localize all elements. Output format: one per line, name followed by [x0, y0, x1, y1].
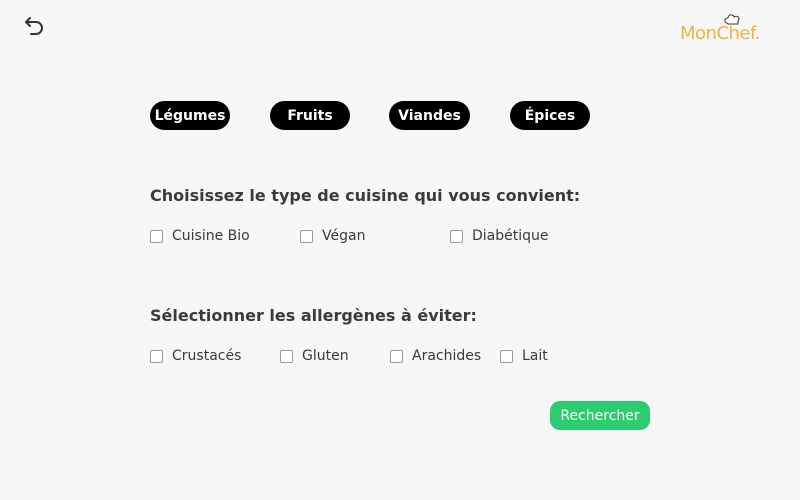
- cuisine-option-diabetique[interactable]: Diabétique: [450, 227, 549, 245]
- option-label: Diabétique: [472, 228, 549, 244]
- checkbox[interactable]: [150, 349, 163, 363]
- cuisine-option-bio[interactable]: Cuisine Bio: [150, 227, 250, 245]
- cuisine-option-vegan[interactable]: Végan: [300, 227, 365, 245]
- logo-text: MonChef.: [680, 23, 760, 44]
- allergens-section-title: Sélectionner les allergènes à éviter:: [150, 306, 477, 325]
- option-label: Lait: [522, 348, 548, 364]
- allergen-option-gluten[interactable]: Gluten: [280, 347, 349, 365]
- allergen-option-lait[interactable]: Lait: [500, 347, 548, 365]
- undo-arrow-icon: [25, 17, 43, 35]
- allergen-option-crustaces[interactable]: Crustacés: [150, 347, 241, 365]
- monchef-logo: MonChef.: [680, 14, 776, 48]
- category-chip-legumes[interactable]: Légumes: [150, 101, 230, 130]
- search-button[interactable]: Rechercher: [550, 401, 650, 430]
- category-chip-viandes[interactable]: Viandes: [389, 101, 470, 130]
- checkbox[interactable]: [150, 229, 163, 243]
- category-chip-fruits[interactable]: Fruits: [270, 101, 350, 130]
- option-label: Végan: [322, 228, 366, 244]
- option-label: Gluten: [302, 348, 349, 364]
- option-label: Cuisine Bio: [172, 228, 250, 244]
- option-label: Arachides: [412, 348, 482, 364]
- allergen-option-arachides[interactable]: Arachides: [390, 347, 481, 365]
- checkbox[interactable]: [300, 229, 313, 243]
- checkbox[interactable]: [390, 349, 403, 363]
- option-label: Crustacés: [172, 348, 242, 364]
- checkbox[interactable]: [450, 229, 463, 243]
- cuisine-section-title: Choisissez le type de cuisine qui vous c…: [150, 186, 581, 205]
- checkbox[interactable]: [500, 349, 513, 363]
- category-chip-epices[interactable]: Épices: [510, 101, 590, 130]
- back-button[interactable]: [22, 12, 48, 38]
- checkbox[interactable]: [280, 349, 293, 363]
